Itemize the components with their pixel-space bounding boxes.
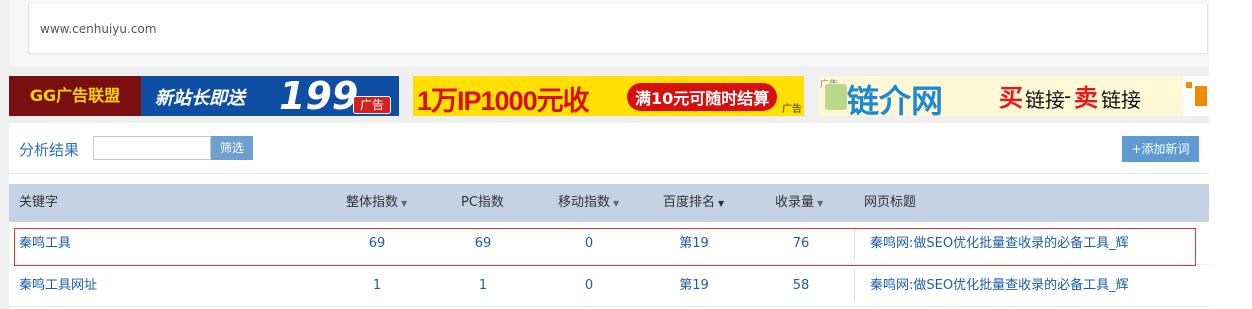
ad1-brand: GG广告联盟	[9, 76, 141, 116]
cell-page-title[interactable]: 秦鸣网:做SEO优化批量查收录的必备工具_辉	[854, 227, 1129, 260]
ad3-dash: -	[1064, 84, 1072, 108]
right-gutter	[1209, 0, 1252, 309]
ad1-tag: 广告	[353, 96, 392, 114]
ad2-pill: 满10元可随时结算	[627, 83, 778, 111]
cell-page-title[interactable]: 秦鸣网:做SEO优化批量查收录的必备工具_辉	[854, 269, 1129, 302]
cell-pc: 1	[478, 278, 488, 293]
ad3-logo-icon	[825, 84, 847, 110]
cell-keyword[interactable]: 秦鸣工具	[19, 223, 71, 264]
filter-button[interactable]: 筛选	[211, 136, 253, 160]
ad3-link1: 链接	[1025, 88, 1065, 112]
sort-down-icon: ▼	[817, 199, 824, 208]
url-box: www.cenhuiyu.com	[28, 4, 1208, 54]
ad-banner-gg[interactable]: GG广告联盟 新站长即送 199 广告	[9, 76, 399, 116]
cell-pc: 69	[474, 236, 492, 251]
cell-baidu-rank[interactable]: 第19	[654, 265, 734, 306]
cell-baidu-rank[interactable]: 第19	[654, 223, 734, 264]
cell-keyword[interactable]: 秦鸣工具网址	[19, 265, 97, 306]
ad-banner-lianjie[interactable]: 广告 链介网 买 链接 - 卖 链接	[819, 76, 1209, 116]
results-title: 分析结果	[19, 141, 80, 159]
col-baidu-rank[interactable]: 百度排名 ▼	[663, 184, 724, 222]
site-url: www.cenhuiyu.com	[40, 22, 157, 36]
ad-banner-ip[interactable]: 1万IP1000元收 满10元可随时结算 广告	[413, 76, 804, 116]
col-overall[interactable]: 整体指数 ▼	[346, 184, 407, 222]
col-page-title: 网页标题	[864, 195, 917, 210]
col-pc[interactable]: PC指数	[461, 184, 504, 222]
ad2-main: 1万IP1000元收	[417, 86, 590, 116]
table-row: 秦鸣工具网址 1 1 0 第19 58 秦鸣网:做SEO优化批量查收录的必备工具…	[9, 265, 1209, 307]
top-card: www.cenhuiyu.com	[9, 0, 1209, 66]
table-row: 秦鸣工具 69 69 0 第19 76 秦鸣网:做SEO优化批量查收录的必备工具…	[9, 223, 1209, 265]
ad1-slogan: 新站长即送	[155, 88, 245, 109]
ad2-tag: 广告	[782, 104, 802, 115]
cell-overall: 1	[372, 278, 382, 293]
ad3-brand: 链介网	[847, 82, 944, 116]
ad3-link2: 链接	[1101, 88, 1141, 112]
col-indexed[interactable]: 收录量 ▼	[775, 184, 823, 222]
divider	[9, 173, 1209, 174]
sort-down-icon: ▼	[718, 199, 725, 208]
ad3-deco-icon	[1183, 76, 1209, 116]
ad3-buy: 买	[999, 84, 1023, 112]
col-mobile[interactable]: 移动指数 ▼	[558, 184, 619, 222]
sort-down-icon: ▼	[613, 199, 620, 208]
sort-down-icon: ▼	[401, 199, 408, 208]
table-header: 关键字 整体指数 ▼ PC指数 移动指数 ▼ 百度排名 ▼ 收录量 ▼ 网页标题	[9, 184, 1209, 222]
add-keyword-button[interactable]: +添加新词	[1122, 136, 1199, 162]
col-keyword: 关键字	[19, 195, 59, 210]
filter-input[interactable]	[93, 136, 211, 160]
ad1-amount: 199	[279, 76, 359, 116]
cell-mobile: 0	[584, 236, 594, 251]
cell-indexed[interactable]: 76	[761, 223, 841, 264]
cell-indexed[interactable]: 58	[761, 265, 841, 306]
cell-mobile: 0	[584, 278, 594, 293]
ad-banner-row: GG广告联盟 新站长即送 199 广告 1万IP1000元收 满10元可随时结算…	[0, 76, 1209, 116]
ad3-sell: 卖	[1074, 84, 1098, 112]
cell-overall: 69	[368, 236, 386, 251]
results-panel: 分析结果 筛选 +添加新词 关键字 整体指数 ▼ PC指数 移动指数 ▼ 百度排名 ▼…	[9, 123, 1209, 309]
